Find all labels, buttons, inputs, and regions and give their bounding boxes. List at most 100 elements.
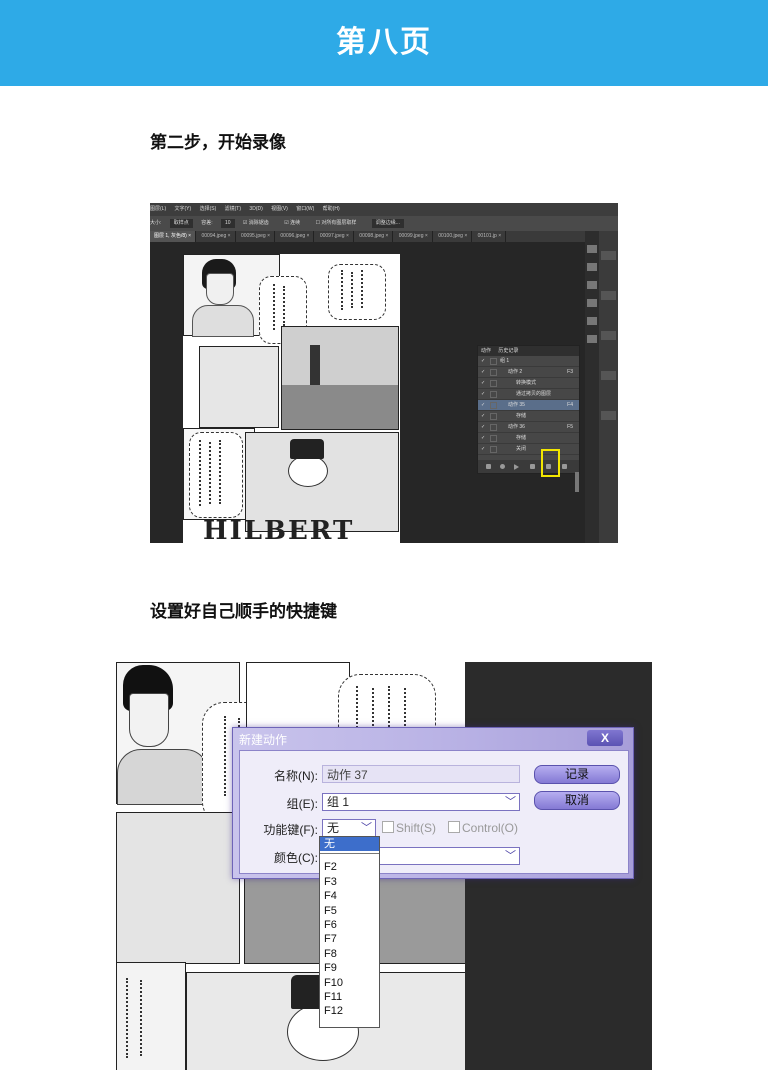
action-row[interactable]: ✓ 关闭 <box>478 444 579 455</box>
check-icon[interactable]: ✓ <box>481 367 485 377</box>
record-icon[interactable] <box>500 464 505 469</box>
refine-edge-button[interactable]: 调整边缘... <box>371 219 404 228</box>
dropdown-option[interactable]: F3 <box>320 875 379 889</box>
tab-document[interactable]: 00097.jpeg × <box>316 231 354 242</box>
action-row[interactable]: ✓ 通过拷贝的图层 <box>478 389 579 400</box>
action-row[interactable]: ✓ 动作 2 F3 <box>478 367 579 378</box>
menu-item-select[interactable]: 选择(S) <box>200 206 217 212</box>
dropdown-option[interactable]: F12 <box>320 1004 379 1018</box>
dropdown-option-none[interactable]: 无 <box>320 837 379 852</box>
dropdown-option[interactable]: F9 <box>320 961 379 975</box>
check-icon[interactable]: ✓ <box>481 378 485 388</box>
dialog-toggle[interactable] <box>490 435 497 442</box>
name-field[interactable]: 动作 37 <box>322 765 520 783</box>
tab-document[interactable]: 00096.jpeg × <box>276 231 315 242</box>
play-icon[interactable] <box>514 464 519 470</box>
dialog-toggle[interactable] <box>490 413 497 420</box>
actions-icon[interactable] <box>587 317 597 325</box>
control-checkbox[interactable]: Control(O) <box>448 821 518 835</box>
menu-item-layer[interactable]: 图层(L) <box>150 206 166 212</box>
canvas-area[interactable]: HILBERT 动作 历史记录 ✓ 组 1 ✓ 动作 2 F3 ✓ 转换模式 ✓ 通过拷贝的图层… <box>150 242 585 543</box>
paragraph-icon[interactable] <box>587 299 597 307</box>
dialog-toggle[interactable] <box>490 391 497 398</box>
action-row[interactable]: ✓ 动作 36 F5 <box>478 422 579 433</box>
function-key-select[interactable]: 无 ﹀ <box>322 819 376 837</box>
stop-icon[interactable] <box>486 464 491 469</box>
check-icon[interactable]: ✓ <box>481 444 485 454</box>
panel-scrollbar[interactable] <box>575 472 579 492</box>
tolerance-label: 容差: <box>201 220 213 226</box>
panel-strip[interactable] <box>601 251 616 260</box>
record-button[interactable]: 记录 <box>534 765 620 784</box>
action-row[interactable]: ✓ 存储 <box>478 433 579 444</box>
panel-strip[interactable] <box>601 371 616 380</box>
sample-select[interactable]: 取样点 <box>169 219 193 228</box>
dialog-title: 新建动作 <box>239 733 288 747</box>
check-icon[interactable]: ✓ <box>481 433 485 443</box>
tab-document[interactable]: 00095.jpeg × <box>237 231 275 242</box>
dropdown-option[interactable]: F6 <box>320 918 379 932</box>
right-dock <box>585 231 618 543</box>
menu-item-help[interactable]: 帮助(H) <box>323 206 340 212</box>
dialog-toggle[interactable] <box>490 358 497 365</box>
new-set-icon[interactable] <box>530 464 535 469</box>
dialog-toggle[interactable] <box>490 369 497 376</box>
menu-item-type[interactable]: 文字(Y) <box>175 206 192 212</box>
manga-panel <box>199 346 279 428</box>
antialias-checkbox[interactable]: ☑ 消除锯齿 <box>243 220 276 226</box>
tab-history[interactable]: 历史记录 <box>498 348 518 354</box>
action-row[interactable]: ✓ 转换模式 <box>478 378 579 389</box>
tab-document[interactable]: 00098.jpeg × <box>355 231 394 242</box>
shift-checkbox[interactable]: Shift(S) <box>382 821 436 835</box>
actions-panel: 动作 历史记录 ✓ 组 1 ✓ 动作 2 F3 ✓ 转换模式 ✓ 通过拷贝的图层 ✓ 动作 35 F4… <box>477 345 580 474</box>
tab-document[interactable]: 00101.jp × <box>474 231 507 242</box>
dropdown-option[interactable]: F11 <box>320 990 379 1004</box>
menu-item-window[interactable]: 窗口(W) <box>296 206 314 212</box>
tab-document[interactable]: 00100.jpeg × <box>434 231 473 242</box>
dropdown-option[interactable]: F8 <box>320 947 379 961</box>
trash-icon[interactable] <box>562 464 567 469</box>
dialog-toggle[interactable] <box>490 424 497 431</box>
dropdown-option[interactable]: F2 <box>320 860 379 874</box>
contiguous-checkbox[interactable]: ☑ 连续 <box>284 220 307 226</box>
action-row[interactable]: ✓ 动作 35 F4 <box>478 400 579 411</box>
dropdown-option[interactable]: F5 <box>320 904 379 918</box>
check-icon[interactable]: ✓ <box>481 411 485 421</box>
group-select[interactable]: 组 1 ﹀ <box>322 793 520 811</box>
panel-strip[interactable] <box>601 411 616 420</box>
tab-document[interactable]: 00099.jpeg × <box>395 231 433 242</box>
panel-strip[interactable] <box>601 291 616 300</box>
action-row[interactable]: ✓ 存储 <box>478 411 579 422</box>
info-icon[interactable] <box>587 263 597 271</box>
menu-item-view[interactable]: 视图(V) <box>271 206 288 212</box>
check-icon[interactable]: ✓ <box>481 356 485 366</box>
close-button[interactable]: X <box>587 730 623 746</box>
bubble-text <box>361 270 363 308</box>
cancel-button[interactable]: 取消 <box>534 791 620 810</box>
history-icon[interactable] <box>587 245 597 253</box>
tolerance-input[interactable]: 10 <box>220 219 235 228</box>
check-icon[interactable]: ✓ <box>481 389 485 399</box>
menu-item-filter[interactable]: 滤镜(T) <box>225 206 241 212</box>
check-icon[interactable]: ✓ <box>481 400 485 410</box>
dialog-toggle[interactable] <box>490 446 497 453</box>
action-label: 关闭 <box>516 446 527 452</box>
dropdown-option[interactable]: F10 <box>320 976 379 990</box>
dialog-toggle[interactable] <box>490 402 497 409</box>
tab-document[interactable]: 图层 1, 灰色/8) × <box>150 231 197 242</box>
action-row[interactable]: ✓ 组 1 <box>478 356 579 367</box>
dialog-toggle[interactable] <box>490 380 497 387</box>
dropdown-option[interactable]: F7 <box>320 932 379 946</box>
dropdown-option[interactable]: F4 <box>320 889 379 903</box>
all-layers-checkbox[interactable]: ☐ 对所有图层取样 <box>315 220 363 226</box>
page-banner: 第八页 <box>0 0 768 86</box>
character-icon[interactable] <box>587 335 597 343</box>
options-bar: 大小: 取样点 容差: 10 ☑ 消除锯齿 ☑ 连续 ☐ 对所有图层取样 调整边… <box>150 216 618 231</box>
panel-strip[interactable] <box>601 331 616 340</box>
menu-item-3d[interactable]: 3D(D) <box>249 206 262 212</box>
tab-document[interactable]: 00094.jpeg × <box>197 231 236 242</box>
check-icon[interactable]: ✓ <box>481 422 485 432</box>
adjust-icon[interactable] <box>587 281 597 289</box>
manga-page: HILBERT <box>183 254 400 543</box>
tab-actions[interactable]: 动作 <box>481 348 491 354</box>
